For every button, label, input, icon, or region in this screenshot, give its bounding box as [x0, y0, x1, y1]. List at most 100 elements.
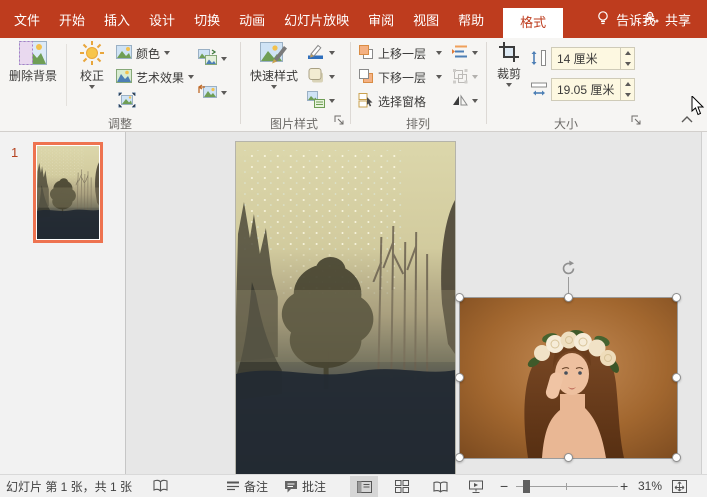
- align-button[interactable]: [452, 43, 478, 63]
- rotate-handle[interactable]: [560, 260, 577, 280]
- proofing-button[interactable]: [153, 475, 168, 497]
- slide-sorter-view-button[interactable]: [388, 476, 416, 497]
- crop-label: 裁剪: [497, 68, 521, 81]
- share-button[interactable]: 共享: [643, 0, 691, 38]
- shape-height-value[interactable]: 14 厘米: [552, 50, 620, 67]
- picture-layout-button[interactable]: [307, 91, 335, 111]
- reading-view-button[interactable]: [426, 476, 454, 497]
- slide-counter: 幻灯片 第 1 张，共 1 张: [6, 475, 132, 497]
- tab-insert[interactable]: 插入: [104, 10, 130, 29]
- remove-background-button[interactable]: 删除背景: [4, 41, 62, 83]
- tab-design[interactable]: 设计: [149, 10, 175, 29]
- separator: [66, 44, 67, 106]
- picture-styles-dialog-launcher[interactable]: [333, 114, 346, 127]
- shape-height-stepper[interactable]: [620, 48, 634, 69]
- ribbon-format: 删除背景 校正 颜色 艺术效果: [0, 38, 707, 132]
- share-label: 共享: [665, 10, 691, 29]
- change-picture-button[interactable]: [198, 49, 227, 69]
- dropdown-caret-icon: [329, 75, 335, 79]
- zoom-in-button[interactable]: +: [620, 475, 628, 497]
- artistic-effects-icon: [116, 69, 132, 86]
- corrections-button[interactable]: 校正: [70, 41, 114, 89]
- corrections-icon: [80, 41, 104, 68]
- proofing-icon: [153, 479, 168, 493]
- compress-picture-button[interactable]: [118, 91, 136, 111]
- quick-styles-icon: [260, 41, 288, 68]
- tab-help[interactable]: 帮助: [458, 10, 484, 29]
- tab-transitions[interactable]: 切换: [194, 10, 220, 29]
- bring-forward-label: 上移一层: [378, 45, 426, 62]
- notes-button[interactable]: 备注: [226, 475, 268, 497]
- zoom-slider-track[interactable]: [516, 486, 618, 487]
- tab-review[interactable]: 审阅: [368, 10, 394, 29]
- reset-picture-button[interactable]: [198, 83, 227, 103]
- zoom-slider-knob[interactable]: [523, 480, 530, 493]
- group-button[interactable]: [452, 67, 478, 87]
- send-backward-icon: [358, 68, 374, 87]
- resize-handle-s[interactable]: [564, 453, 573, 462]
- resize-handle-se[interactable]: [672, 453, 681, 462]
- resize-handle-n[interactable]: [564, 293, 573, 302]
- normal-view-button[interactable]: [350, 476, 378, 497]
- corrections-label: 校正: [80, 70, 104, 83]
- dropdown-caret-icon: [271, 85, 277, 89]
- zoom-level[interactable]: 31%: [638, 475, 662, 497]
- forest-picture[interactable]: [236, 142, 455, 474]
- notes-label: 备注: [244, 478, 268, 495]
- slideshow-view-button[interactable]: [462, 476, 490, 497]
- size-dialog-launcher[interactable]: [630, 114, 643, 127]
- shape-width-value[interactable]: 19.05 厘米: [552, 81, 620, 98]
- tab-animations[interactable]: 动画: [239, 10, 265, 29]
- vertical-scrollbar[interactable]: [701, 132, 707, 474]
- zoom-out-button[interactable]: −: [500, 475, 508, 497]
- tab-view[interactable]: 视图: [413, 10, 439, 29]
- color-button[interactable]: 颜色: [116, 43, 170, 63]
- portrait-picture-selected[interactable]: [460, 298, 677, 458]
- artistic-effects-button[interactable]: 艺术效果: [116, 67, 194, 87]
- shape-height-field[interactable]: 14 厘米: [551, 47, 635, 70]
- slide-thumbnail-selected[interactable]: [33, 142, 103, 243]
- group-label-picture-styles: 图片样式: [240, 115, 348, 132]
- tab-format-active[interactable]: 格式: [503, 8, 563, 38]
- picture-border-button[interactable]: [307, 43, 335, 63]
- tab-slideshow[interactable]: 幻灯片放映: [284, 10, 349, 29]
- shape-width-field[interactable]: 19.05 厘米: [551, 78, 635, 101]
- remove-background-label: 删除背景: [9, 70, 57, 83]
- selection-pane-icon: [358, 92, 374, 111]
- dropdown-caret-icon: [329, 99, 335, 103]
- group-separator: [350, 42, 351, 124]
- crop-icon: [498, 41, 520, 66]
- resize-handle-ne[interactable]: [672, 293, 681, 302]
- fit-slide-button[interactable]: [672, 475, 687, 497]
- resize-handle-w[interactable]: [455, 373, 464, 382]
- selection-pane-label: 选择窗格: [378, 93, 426, 110]
- comments-icon: [284, 480, 298, 493]
- align-icon: [452, 44, 468, 62]
- resize-handle-nw[interactable]: [455, 293, 464, 302]
- tab-file[interactable]: 文件: [14, 10, 40, 29]
- selection-pane-button[interactable]: 选择窗格: [358, 91, 426, 111]
- dropdown-caret-icon: [329, 51, 335, 55]
- quick-styles-button[interactable]: 快速样式: [246, 41, 302, 89]
- send-backward-button[interactable]: 下移一层: [358, 67, 458, 87]
- slideshow-icon: [469, 480, 483, 493]
- shape-width-stepper[interactable]: [620, 79, 634, 100]
- resize-handle-e[interactable]: [672, 373, 681, 382]
- picture-effects-button[interactable]: [307, 67, 335, 87]
- group-icon: [452, 68, 468, 87]
- slide-canvas[interactable]: [126, 132, 701, 474]
- dropdown-caret-icon: [472, 99, 478, 103]
- resize-handle-sw[interactable]: [455, 453, 464, 462]
- group-label-adjust: 调整: [0, 115, 240, 132]
- reset-picture-icon: [198, 83, 217, 103]
- tab-home[interactable]: 开始: [59, 10, 85, 29]
- crop-button[interactable]: 裁剪: [490, 41, 528, 87]
- dropdown-caret-icon: [436, 75, 442, 79]
- comments-button[interactable]: 批注: [284, 475, 326, 497]
- bring-forward-button[interactable]: 上移一层: [358, 43, 458, 63]
- dropdown-caret-icon: [188, 75, 194, 79]
- rotate-button[interactable]: [452, 91, 478, 111]
- normal-view-icon: [357, 481, 372, 493]
- group-separator: [486, 42, 487, 124]
- reading-view-icon: [433, 481, 448, 493]
